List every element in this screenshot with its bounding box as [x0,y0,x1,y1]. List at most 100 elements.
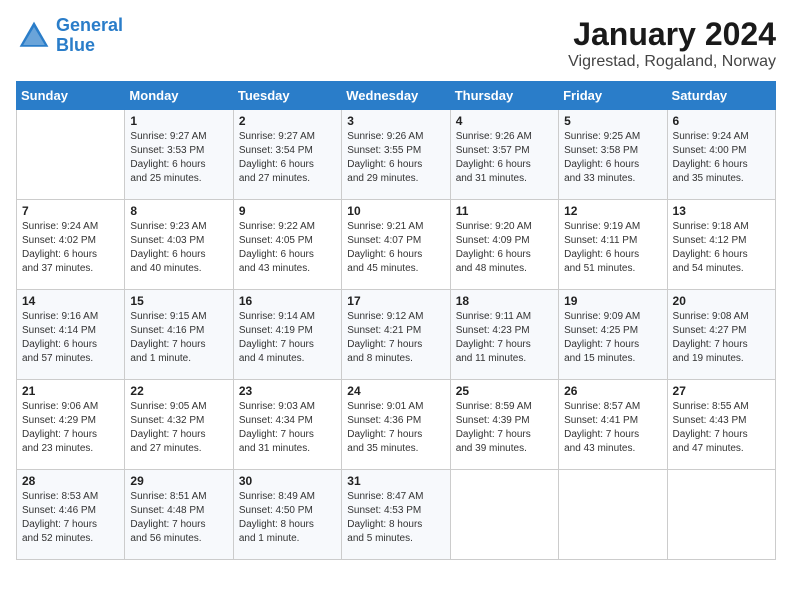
day-info: Sunrise: 9:18 AM Sunset: 4:12 PM Dayligh… [673,220,770,276]
calendar-cell: 21 Sunrise: 9:06 AM Sunset: 4:29 PM Dayli… [17,380,125,470]
calendar-cell: 22Sunrise: 9:05 AM Sunset: 4:32 PM Dayli… [125,380,233,470]
calendar-cell: 30 Sunrise: 8:49 AM Sunset: 4:50 PM Dayli… [233,470,341,560]
day-info: Sunrise: 9:15 AM Sunset: 4:16 PM Dayligh… [130,310,227,366]
day-info: Sunrise: 8:49 AM Sunset: 4:50 PM Dayligh… [239,490,336,546]
calendar-cell: 25Sunrise: 8:59 AM Sunset: 4:39 PM Dayli… [450,380,558,470]
day-info: Sunrise: 9:01 AM Sunset: 4:36 PM Dayligh… [347,400,444,456]
day-number: 10 [347,204,444,218]
calendar-cell: 26 Sunrise: 8:57 AM Sunset: 4:41 PM Dayli… [559,380,667,470]
calendar-cell: 12 Sunrise: 9:19 AM Sunset: 4:11 PM Dayli… [559,200,667,290]
day-number: 27 [673,384,770,398]
calendar-cell: 13 Sunrise: 9:18 AM Sunset: 4:12 PM Dayli… [667,200,775,290]
calendar-cell: 2 Sunrise: 9:27 AM Sunset: 3:54 PM Daylig… [233,110,341,200]
day-info: Sunrise: 9:27 AM Sunset: 3:53 PM Dayligh… [130,130,227,186]
day-number: 5 [564,114,661,128]
day-number: 6 [673,114,770,128]
day-number: 9 [239,204,336,218]
day-info: Sunrise: 9:23 AM Sunset: 4:03 PM Dayligh… [130,220,227,276]
day-number: 4 [456,114,553,128]
logo: General Blue [16,16,123,56]
day-number: 29 [130,474,227,488]
day-info: Sunrise: 9:26 AM Sunset: 3:55 PM Dayligh… [347,130,444,186]
day-number: 24 [347,384,444,398]
month-title: January 2024 [568,16,776,53]
calendar-cell: 27Sunrise: 8:55 AM Sunset: 4:43 PM Dayli… [667,380,775,470]
calendar-cell: 18 Sunrise: 9:11 AM Sunset: 4:23 PM Dayli… [450,290,558,380]
day-number: 28 [22,474,119,488]
day-number: 13 [673,204,770,218]
weekday-header-wednesday: Wednesday [342,82,450,110]
day-info: Sunrise: 9:08 AM Sunset: 4:27 PM Dayligh… [673,310,770,366]
location-title: Vigrestad, Rogaland, Norway [568,53,776,71]
day-info: Sunrise: 9:21 AM Sunset: 4:07 PM Dayligh… [347,220,444,276]
day-number: 1 [130,114,227,128]
day-number: 20 [673,294,770,308]
day-info: Sunrise: 9:22 AM Sunset: 4:05 PM Dayligh… [239,220,336,276]
calendar-cell: 17Sunrise: 9:12 AM Sunset: 4:21 PM Dayli… [342,290,450,380]
calendar-cell: 19 Sunrise: 9:09 AM Sunset: 4:25 PM Dayli… [559,290,667,380]
calendar-cell: 15Sunrise: 9:15 AM Sunset: 4:16 PM Dayli… [125,290,233,380]
calendar-cell [17,110,125,200]
day-number: 18 [456,294,553,308]
day-info: Sunrise: 9:03 AM Sunset: 4:34 PM Dayligh… [239,400,336,456]
day-number: 8 [130,204,227,218]
weekday-header-row: SundayMondayTuesdayWednesdayThursdayFrid… [17,82,776,110]
calendar-cell: 6 Sunrise: 9:24 AM Sunset: 4:00 PM Daylig… [667,110,775,200]
day-info: Sunrise: 9:27 AM Sunset: 3:54 PM Dayligh… [239,130,336,186]
calendar-cell: 16 Sunrise: 9:14 AM Sunset: 4:19 PM Dayli… [233,290,341,380]
day-number: 2 [239,114,336,128]
day-info: Sunrise: 8:51 AM Sunset: 4:48 PM Dayligh… [130,490,227,546]
day-number: 16 [239,294,336,308]
calendar-week-2: 7Sunrise: 9:24 AM Sunset: 4:02 PM Daylig… [17,200,776,290]
calendar-cell: 20 Sunrise: 9:08 AM Sunset: 4:27 PM Dayli… [667,290,775,380]
weekday-header-sunday: Sunday [17,82,125,110]
weekday-header-saturday: Saturday [667,82,775,110]
day-info: Sunrise: 8:57 AM Sunset: 4:41 PM Dayligh… [564,400,661,456]
day-info: Sunrise: 9:25 AM Sunset: 3:58 PM Dayligh… [564,130,661,186]
calendar-week-3: 14 Sunrise: 9:16 AM Sunset: 4:14 PM Dayli… [17,290,776,380]
calendar-cell [667,470,775,560]
calendar-week-4: 21 Sunrise: 9:06 AM Sunset: 4:29 PM Dayli… [17,380,776,470]
logo-icon [16,18,52,54]
calendar-cell: 5 Sunrise: 9:25 AM Sunset: 3:58 PM Daylig… [559,110,667,200]
day-info: Sunrise: 9:14 AM Sunset: 4:19 PM Dayligh… [239,310,336,366]
day-number: 14 [22,294,119,308]
weekday-header-monday: Monday [125,82,233,110]
logo-blue: Blue [56,35,95,55]
calendar-cell: 14 Sunrise: 9:16 AM Sunset: 4:14 PM Dayli… [17,290,125,380]
calendar-cell [450,470,558,560]
day-number: 30 [239,474,336,488]
day-number: 23 [239,384,336,398]
day-number: 22 [130,384,227,398]
day-number: 21 [22,384,119,398]
calendar-cell: 11Sunrise: 9:20 AM Sunset: 4:09 PM Dayli… [450,200,558,290]
calendar-cell: 10 Sunrise: 9:21 AM Sunset: 4:07 PM Dayli… [342,200,450,290]
weekday-header-tuesday: Tuesday [233,82,341,110]
day-info: Sunrise: 9:11 AM Sunset: 4:23 PM Dayligh… [456,310,553,366]
day-number: 19 [564,294,661,308]
day-info: Sunrise: 8:53 AM Sunset: 4:46 PM Dayligh… [22,490,119,546]
weekday-header-friday: Friday [559,82,667,110]
calendar-week-1: 1 Sunrise: 9:27 AM Sunset: 3:53 PM Daylig… [17,110,776,200]
page-header: General Blue January 2024 Vigrestad, Rog… [16,16,776,71]
calendar-cell: 1 Sunrise: 9:27 AM Sunset: 3:53 PM Daylig… [125,110,233,200]
day-info: Sunrise: 9:06 AM Sunset: 4:29 PM Dayligh… [22,400,119,456]
day-number: 12 [564,204,661,218]
day-info: Sunrise: 9:26 AM Sunset: 3:57 PM Dayligh… [456,130,553,186]
day-info: Sunrise: 9:09 AM Sunset: 4:25 PM Dayligh… [564,310,661,366]
calendar-cell: 8 Sunrise: 9:23 AM Sunset: 4:03 PM Daylig… [125,200,233,290]
weekday-header-thursday: Thursday [450,82,558,110]
day-number: 26 [564,384,661,398]
title-area: January 2024 Vigrestad, Rogaland, Norway [568,16,776,71]
calendar-cell: 9 Sunrise: 9:22 AM Sunset: 4:05 PM Daylig… [233,200,341,290]
logo-general: General [56,15,123,35]
day-info: Sunrise: 9:12 AM Sunset: 4:21 PM Dayligh… [347,310,444,366]
day-info: Sunrise: 9:16 AM Sunset: 4:14 PM Dayligh… [22,310,119,366]
day-info: Sunrise: 8:47 AM Sunset: 4:53 PM Dayligh… [347,490,444,546]
day-number: 25 [456,384,553,398]
day-info: Sunrise: 9:24 AM Sunset: 4:00 PM Dayligh… [673,130,770,186]
calendar-week-5: 28 Sunrise: 8:53 AM Sunset: 4:46 PM Dayli… [17,470,776,560]
day-info: Sunrise: 9:19 AM Sunset: 4:11 PM Dayligh… [564,220,661,276]
calendar-table: SundayMondayTuesdayWednesdayThursdayFrid… [16,81,776,560]
calendar-cell: 4 Sunrise: 9:26 AM Sunset: 3:57 PM Daylig… [450,110,558,200]
